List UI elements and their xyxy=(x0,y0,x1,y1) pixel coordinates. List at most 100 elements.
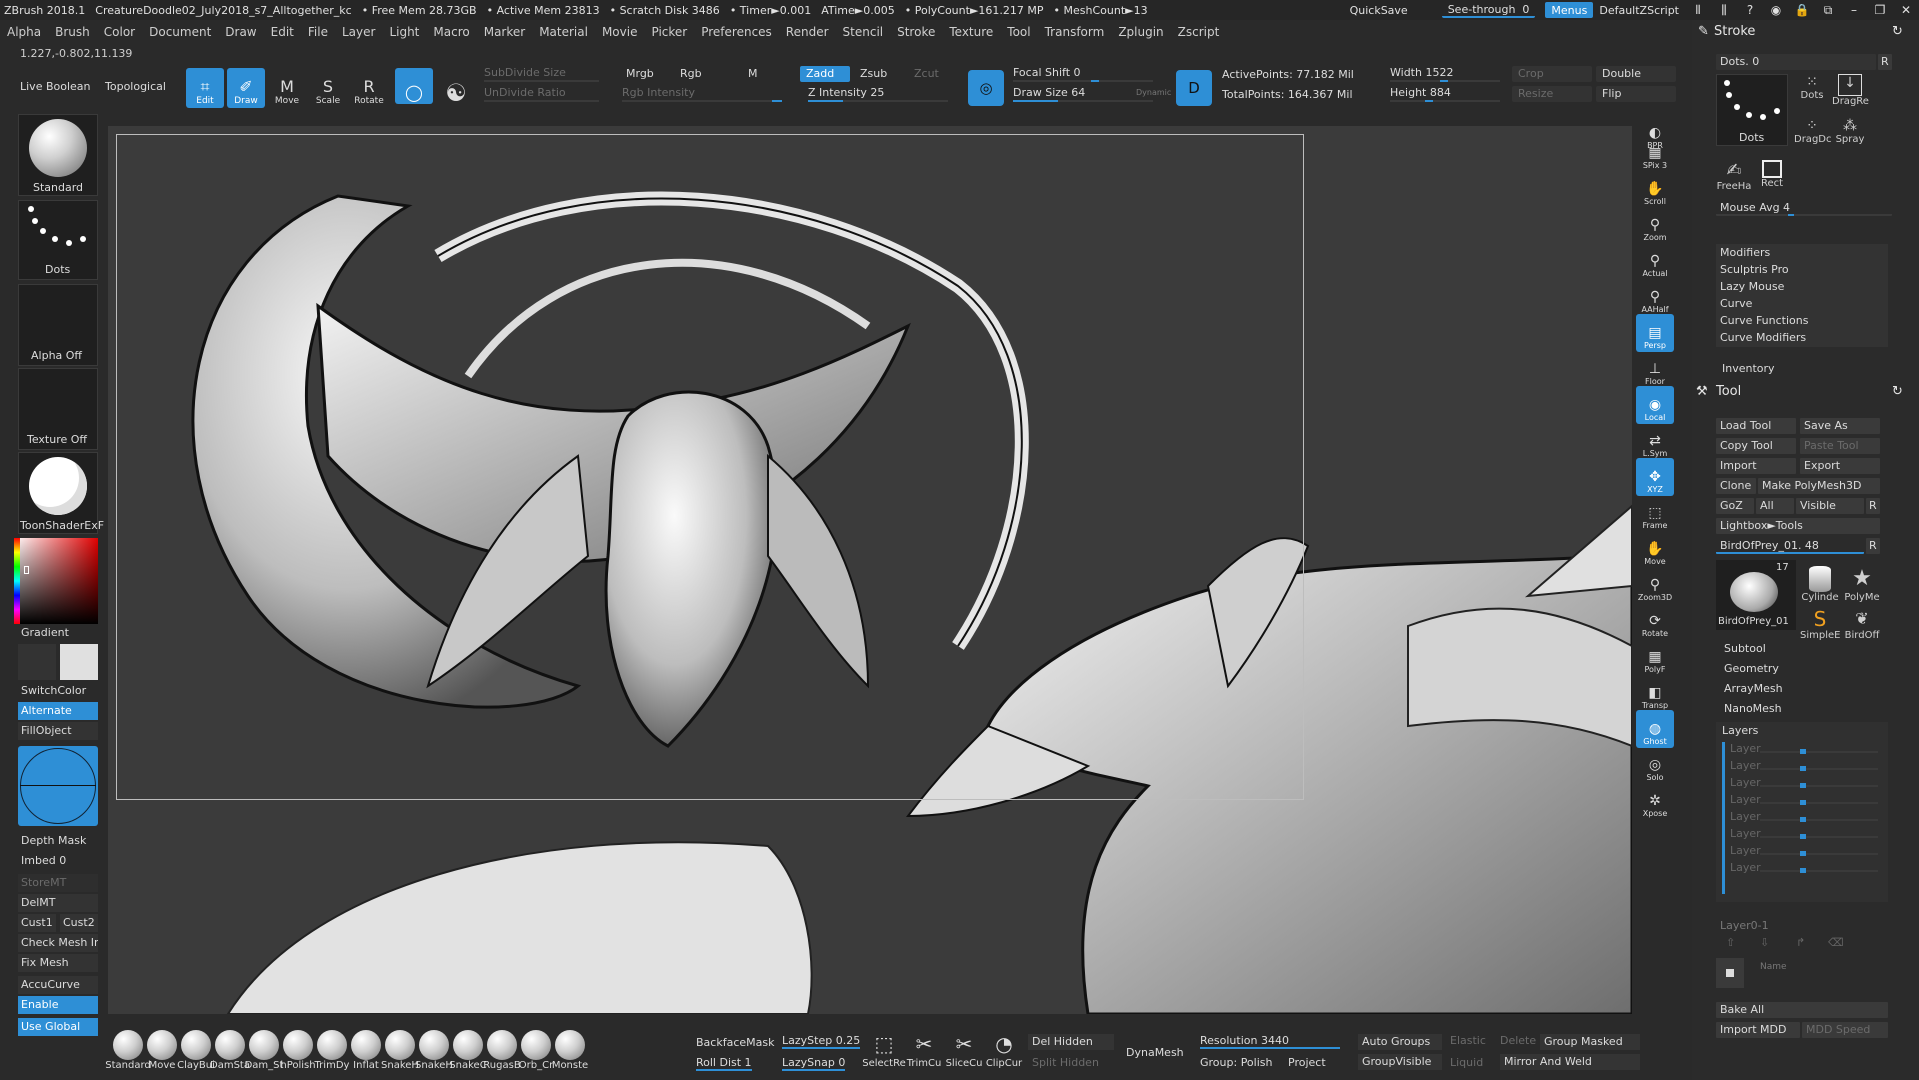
layer-strength-handle[interactable] xyxy=(1800,749,1806,754)
menu-stencil[interactable]: Stencil xyxy=(843,25,884,39)
rgb-intensity-slider[interactable]: Rgb Intensity xyxy=(622,86,782,102)
undivide-ratio-slider[interactable]: UnDivide Ratio xyxy=(484,86,599,102)
subdivide-size-slider[interactable]: SubDivide Size xyxy=(484,66,599,82)
layer-redo-icon[interactable]: ↱ xyxy=(1796,936,1805,949)
paste-tool-button[interactable]: Paste Tool xyxy=(1800,438,1880,454)
current-tool-thumbnail[interactable]: 17 BirdOfPrey_01 xyxy=(1716,560,1796,630)
draw-size-slider[interactable]: Draw Size 64 xyxy=(1013,86,1153,102)
use-global-button[interactable]: Use Global xyxy=(18,1018,98,1036)
brush-thumbnail[interactable]: Standard xyxy=(18,114,98,196)
tool-refresh-icon[interactable]: ↻ xyxy=(1892,384,1903,399)
layer-row[interactable]: Layer xyxy=(1730,776,1878,792)
goz-r-button[interactable]: R xyxy=(1866,498,1880,514)
primary-color-swatch[interactable] xyxy=(60,644,98,680)
layer-new-button[interactable] xyxy=(1716,958,1744,988)
depth-mask-widget[interactable] xyxy=(18,746,98,826)
default-zscript-button[interactable]: DefaultZScript xyxy=(1593,2,1685,18)
clone-button[interactable]: Clone xyxy=(1716,478,1756,494)
toolbar-aahalf-button[interactable]: ⚲ AAHalf xyxy=(1636,278,1674,316)
select-tool-clipcur-button[interactable]: ◔ ClipCur xyxy=(984,1030,1024,1076)
menu-document[interactable]: Document xyxy=(149,25,211,39)
double-button[interactable]: Double xyxy=(1596,66,1676,82)
copy-tool-button[interactable]: Copy Tool xyxy=(1716,438,1796,454)
layer-name-button[interactable]: Name xyxy=(1760,962,1787,972)
layer-strength-handle[interactable] xyxy=(1800,851,1806,856)
resolution-slider[interactable]: Resolution 3440 xyxy=(1200,1034,1340,1049)
layer-row[interactable]: Layer xyxy=(1730,844,1878,860)
menu-stroke[interactable]: Stroke xyxy=(897,25,935,39)
toolbar-spix-3-button[interactable]: ▦ SPix 3 xyxy=(1636,134,1674,172)
dragrect-small-button[interactable]: ⁙ Dots xyxy=(1794,74,1830,110)
del-mt-button[interactable]: DelMT xyxy=(18,894,98,912)
stroke-thumbnail[interactable]: Dots xyxy=(18,200,98,280)
maximize-icon[interactable]: ❐ xyxy=(1867,0,1893,20)
color-picker[interactable] xyxy=(14,538,98,624)
alternate-button[interactable]: Alternate xyxy=(18,702,98,720)
flip-button[interactable]: Flip xyxy=(1596,86,1676,102)
stroke-palette-header[interactable]: ✎ Stroke ↻ xyxy=(1692,22,1919,42)
stroke-curve-item[interactable]: Curve xyxy=(1716,295,1888,313)
liquid-button[interactable]: Liquid xyxy=(1450,1056,1483,1069)
toolbar-transp-button[interactable]: ◧ Transp xyxy=(1636,674,1674,712)
dots-field[interactable]: Dots. 0 xyxy=(1716,54,1876,70)
menu-material[interactable]: Material xyxy=(539,25,588,39)
material-thumbnail[interactable]: ToonShaderExF xyxy=(18,452,104,534)
layer-row[interactable]: Layer xyxy=(1730,742,1878,758)
load-tool-button[interactable]: Load Tool xyxy=(1716,418,1796,434)
toolbar-rotate-button[interactable]: ⟳ Rotate xyxy=(1636,602,1674,640)
store-mt-button[interactable]: StoreMT xyxy=(18,874,98,892)
brush-monste-button[interactable]: Monste xyxy=(550,1030,590,1076)
toolbar-frame-button[interactable]: ⬚ Frame xyxy=(1636,494,1674,532)
toolbar-polyf-button[interactable]: ▦ PolyF xyxy=(1636,638,1674,676)
crop-button[interactable]: Crop xyxy=(1512,66,1592,82)
check-mesh-button[interactable]: Check Mesh In xyxy=(18,934,98,952)
menu-zplugin[interactable]: Zplugin xyxy=(1118,25,1163,39)
goz-all-button[interactable]: All xyxy=(1756,498,1794,514)
backface-mask-button[interactable]: BackfaceMask xyxy=(696,1036,774,1049)
tool-arraymesh-item[interactable]: ArrayMesh xyxy=(1716,680,1888,698)
toolbar-floor-button[interactable]: ⊥ Floor xyxy=(1636,350,1674,388)
refresh-icon[interactable]: ↻ xyxy=(1892,24,1903,39)
focal-shift-icon[interactable]: ◎ xyxy=(968,70,1004,106)
tool-subtool-item[interactable]: Subtool xyxy=(1716,640,1888,658)
edit-button[interactable]: ⌗ Edit xyxy=(186,68,224,108)
select-tool-selectre-button[interactable]: ⬚ SelectRe xyxy=(862,1030,906,1076)
toolbar-xpose-button[interactable]: ✲ Xpose xyxy=(1636,782,1674,820)
menus-button[interactable]: Menus xyxy=(1545,2,1594,18)
cylinder-tool-button[interactable]: Cylinde xyxy=(1800,566,1840,606)
material-sphere-button[interactable]: ☯ xyxy=(437,68,475,105)
layer-up-icon[interactable]: ⇧ xyxy=(1726,936,1735,949)
menu-macro[interactable]: Macro xyxy=(433,25,469,39)
zsub-button[interactable]: Zsub xyxy=(854,66,893,82)
mirror-and-weld-button[interactable]: Mirror And Weld xyxy=(1500,1054,1640,1070)
help-icon[interactable]: ? xyxy=(1737,0,1763,20)
stroke-sculptris-pro-item[interactable]: Sculptris Pro xyxy=(1716,261,1888,279)
minimize-icon[interactable]: – xyxy=(1841,0,1867,20)
layer-delete-icon[interactable]: ⌫ xyxy=(1828,936,1844,949)
group-polish-slider[interactable]: Group: Polish xyxy=(1200,1056,1272,1069)
layer-strength-handle[interactable] xyxy=(1800,766,1806,771)
layer-strength-handle[interactable] xyxy=(1800,868,1806,873)
toolbar-actual-button[interactable]: ⚲ Actual xyxy=(1636,242,1674,280)
toolbar-persp-button[interactable]: ▤ Persp xyxy=(1636,314,1674,352)
make-polymesh-button[interactable]: Make PolyMesh3D xyxy=(1758,478,1880,494)
see-through-slider[interactable]: See-through 0 xyxy=(1441,2,1536,18)
current-tool-slider[interactable]: BirdOfPrey_01. 48 xyxy=(1716,538,1864,554)
dots-stroke-preview[interactable]: Dots xyxy=(1716,74,1788,146)
texture-thumbnail[interactable]: Texture Off xyxy=(18,368,98,450)
layer-strength-handle[interactable] xyxy=(1800,817,1806,822)
toolbar-l-sym-button[interactable]: ⇄ L.Sym xyxy=(1636,422,1674,460)
layers-title[interactable]: Layers xyxy=(1722,724,1758,737)
stroke-lazy-mouse-item[interactable]: Lazy Mouse xyxy=(1716,278,1888,296)
layer-row[interactable]: Layer xyxy=(1730,861,1878,877)
menu-movie[interactable]: Movie xyxy=(602,25,638,39)
switch-color-button[interactable]: SwitchColor xyxy=(18,682,98,700)
stroke-curve-functions-item[interactable]: Curve Functions xyxy=(1716,312,1888,330)
dynamic-toggle[interactable]: Dynamic xyxy=(1136,88,1171,97)
group-masked-button[interactable]: Group Masked xyxy=(1540,1034,1640,1050)
menu-file[interactable]: File xyxy=(308,25,328,39)
rotate-button[interactable]: R Rotate xyxy=(350,68,388,108)
lazysnap-slider[interactable]: LazySnap 0 xyxy=(782,1056,846,1071)
delete-button[interactable]: Delete xyxy=(1500,1034,1536,1047)
mdd-speed-slider[interactable]: MDD Speed xyxy=(1802,1022,1888,1038)
